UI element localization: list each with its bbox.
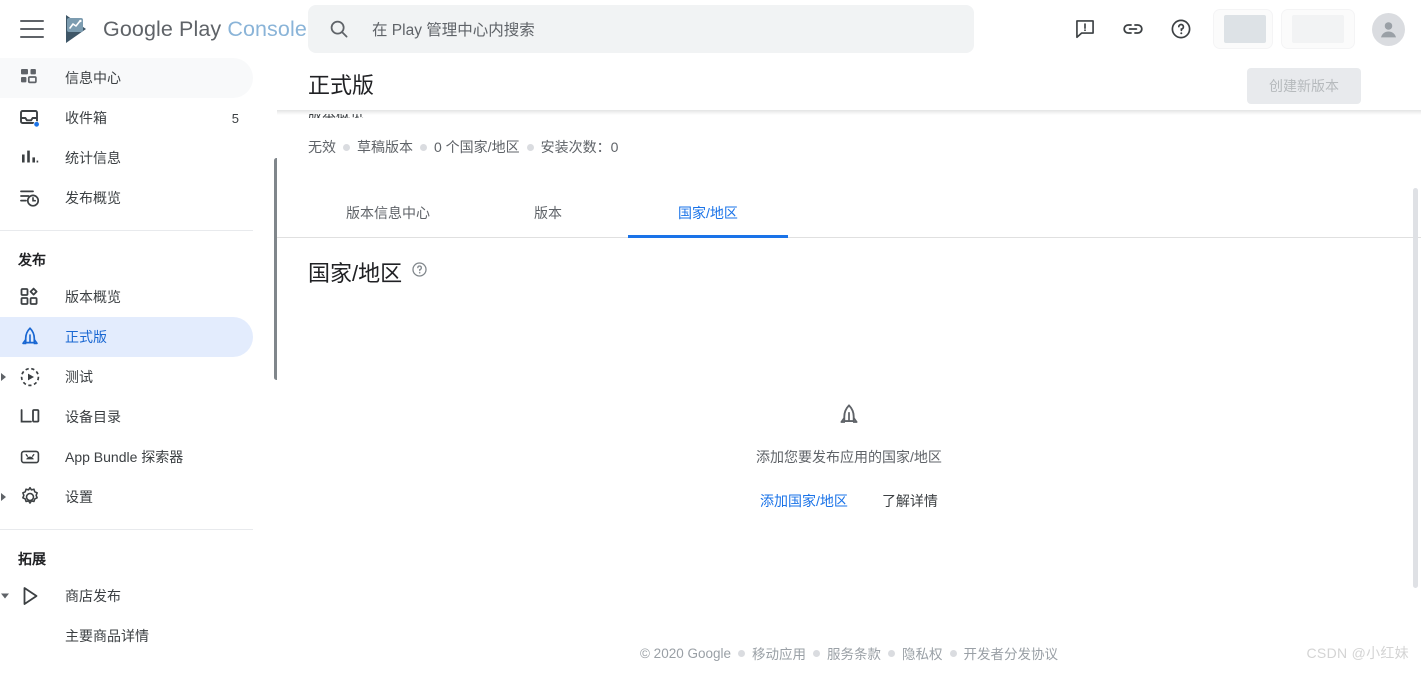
sidebar-item-dashboard[interactable]: 信息中心 (0, 58, 253, 98)
settings-gear-icon (18, 485, 42, 509)
footer-separator-dot (888, 650, 895, 657)
brand-title-secondary: Console (227, 17, 307, 41)
sidebar-item-statistics[interactable]: 统计信息 (0, 138, 253, 178)
sidebar-item-app-bundle-explorer[interactable]: App Bundle 探索器 (0, 437, 253, 477)
sidebar-item-label: 版本概览 (65, 287, 121, 307)
link-icon[interactable] (1109, 5, 1157, 53)
sidebar-item-label: 统计信息 (65, 148, 121, 168)
sidebar-item-label: 商店发布 (65, 586, 121, 606)
help-icon[interactable] (1157, 5, 1205, 53)
statistics-icon (18, 146, 42, 170)
chevron-down-icon[interactable] (1, 594, 9, 599)
loading-placeholder-secondary[interactable] (1281, 9, 1355, 49)
search-icon (328, 18, 350, 40)
meta-separator-dot (527, 144, 534, 151)
sidebar-item-label: 正式版 (65, 327, 107, 347)
chevron-right-icon[interactable] (1, 493, 6, 501)
production-rocket-icon (18, 325, 42, 349)
top-app-bar: Google Play Console 在 Play 管理中心内搜索 (0, 0, 1421, 58)
sidebar-item-inbox[interactable]: 收件箱 5 (0, 98, 253, 138)
footer-link-terms[interactable]: 服务条款 (827, 643, 881, 663)
meta-separator-dot (343, 144, 350, 151)
sidebar-subitem-label: 主要商品详情 (65, 626, 149, 646)
app-bundle-icon (18, 445, 42, 469)
sidebar-inbox-count: 5 (232, 111, 253, 126)
device-catalog-icon (18, 405, 42, 429)
meta-separator-dot (420, 144, 427, 151)
learn-more-button[interactable]: 了解详情 (876, 487, 944, 515)
dashboard-icon (18, 66, 42, 90)
version-overview-icon (18, 285, 42, 309)
sidebar-item-release-overview[interactable]: 发布概览 (0, 178, 253, 218)
store-presence-icon (18, 584, 42, 608)
empty-state-actions: 添加国家/地区 了解详情 (754, 487, 944, 515)
tab-countries-regions[interactable]: 国家/地区 (628, 188, 788, 237)
left-navigation-sidebar: 信息中心 收件箱 5 统计信息 (0, 58, 277, 673)
topbar-actions (1061, 0, 1407, 58)
sidebar-item-label: 设置 (65, 487, 93, 507)
tab-releases[interactable]: 版本 (468, 188, 628, 237)
header-shadow (277, 110, 1421, 115)
release-meta-row: 无效 草稿版本 0 个国家/地区 安装次数：0 (308, 137, 618, 157)
page-footer: © 2020 Google 移动应用 服务条款 隐私权 开发者分发协议 (277, 643, 1421, 663)
tab-release-dashboard[interactable]: 版本信息中心 (308, 188, 468, 237)
sidebar-item-store-presence[interactable]: 商店发布 (0, 576, 253, 616)
sidebar-section-title-publish: 发布 (0, 243, 277, 277)
account-avatar[interactable] (1372, 13, 1405, 46)
sidebar-item-testing[interactable]: 测试 (0, 357, 253, 397)
add-countries-button[interactable]: 添加国家/地区 (754, 487, 854, 515)
footer-link-privacy[interactable]: 隐私权 (902, 643, 943, 663)
sidebar-item-label: 设备目录 (65, 407, 121, 427)
brand-title: Google Play Console (103, 17, 307, 42)
content-tabs: 版本信息中心 版本 国家/地区 (277, 188, 1421, 238)
testing-icon (18, 365, 42, 389)
search-input-placeholder: 在 Play 管理中心内搜索 (372, 18, 535, 40)
sidebar-divider (0, 230, 253, 231)
sidebar-item-label: 测试 (65, 367, 93, 387)
brand-title-primary: Google Play (103, 17, 221, 41)
release-meta-countries: 0 个国家/地区 (434, 137, 520, 157)
footer-separator-dot (738, 650, 745, 657)
sidebar-section-title-grow: 拓展 (0, 542, 277, 576)
sidebar-item-label: 信息中心 (65, 68, 121, 88)
create-release-button[interactable]: 创建新版本 (1247, 68, 1361, 104)
feedback-icon[interactable] (1061, 5, 1109, 53)
sidebar-divider (0, 529, 253, 530)
chevron-right-icon[interactable] (1, 373, 6, 381)
main-scrollbar-thumb[interactable] (1413, 188, 1418, 588)
search-bar[interactable]: 在 Play 管理中心内搜索 (308, 5, 974, 53)
empty-state: 添加您要发布应用的国家/地区 添加国家/地区 了解详情 (277, 403, 1421, 515)
section-header: 国家/地区 (308, 256, 428, 288)
sidebar-item-label: 发布概览 (65, 188, 121, 208)
release-status-text: 无效 (308, 137, 336, 157)
section-heading: 国家/地区 (308, 256, 402, 288)
footer-copyright: © 2020 Google (640, 646, 731, 661)
page-title: 正式版 (308, 68, 374, 100)
sidebar-subitem-main-store-listing[interactable]: 主要商品详情 (0, 616, 277, 656)
sidebar-item-production[interactable]: 正式版 (0, 317, 253, 357)
main-content-area: 版本概览 正式版 创建新版本 无效 草稿版本 0 个国家/地区 安装次数：0 版… (277, 58, 1421, 673)
brand-logo-link[interactable]: Google Play Console (64, 14, 307, 44)
loading-placeholder-app-selector[interactable] (1213, 9, 1273, 49)
empty-state-message: 添加您要发布应用的国家/地区 (756, 447, 942, 467)
hamburger-menu-icon[interactable] (20, 20, 44, 38)
sidebar-item-device-catalog[interactable]: 设备目录 (0, 397, 253, 437)
footer-link-developer-agreement[interactable]: 开发者分发协议 (964, 643, 1059, 663)
google-play-logo (64, 14, 92, 44)
sidebar-item-label: 收件箱 (65, 108, 107, 128)
page-header-bar: 正式版 创建新版本 (277, 58, 1421, 110)
release-overview-icon (18, 186, 42, 210)
inbox-icon (18, 106, 42, 130)
footer-separator-dot (950, 650, 957, 657)
release-meta-installs: 安装次数：0 (541, 137, 619, 157)
footer-link-mobile-apps[interactable]: 移动应用 (752, 643, 806, 663)
sidebar-item-version-overview[interactable]: 版本概览 (0, 277, 253, 317)
release-meta-draft: 草稿版本 (357, 137, 413, 157)
help-circle-icon[interactable] (411, 261, 428, 283)
footer-separator-dot (813, 650, 820, 657)
sidebar-item-settings[interactable]: 设置 (0, 477, 253, 517)
sidebar-item-label: App Bundle 探索器 (65, 447, 183, 467)
production-rocket-icon (837, 403, 861, 432)
